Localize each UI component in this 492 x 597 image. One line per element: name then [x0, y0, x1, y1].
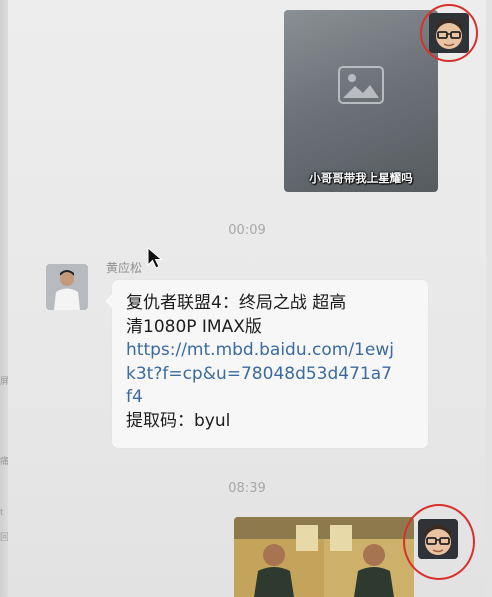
avatar-person-icon	[46, 264, 88, 310]
edge-fragment: t	[0, 508, 4, 518]
message-link[interactable]: https://mt.mbd.baidu.com/1ewj	[126, 339, 414, 363]
left-window-edge: 屏 痛 t 回	[0, 0, 9, 597]
message-link[interactable]: k3t?f=cp&u=78048d53d471a7	[126, 363, 414, 387]
video-thumbnail-frame	[324, 517, 414, 597]
avatar-face-icon	[418, 519, 458, 559]
message-link[interactable]: f4	[126, 386, 414, 410]
video-message[interactable]	[234, 517, 414, 597]
message-line: 提取码：byul	[126, 410, 231, 431]
self-avatar[interactable]	[429, 13, 469, 53]
sender-name: 黄应松	[106, 261, 143, 275]
avatar-face-icon	[429, 13, 469, 53]
timestamp: 08:39	[228, 481, 266, 496]
image-content-placeholder	[284, 10, 438, 160]
mouse-pointer-icon	[147, 247, 163, 269]
friend-avatar[interactable]	[46, 264, 88, 310]
timestamp: 00:09	[228, 223, 266, 238]
text-message-bubble[interactable]: 复仇者联盟4：终局之战 超高 清1080P IMAX版 https://mt.m…	[105, 280, 428, 448]
chat-window: 小哥哥带我上星耀吗 00:09 黄应松 复仇者联盟4：终局之战 超高 清1080…	[8, 0, 486, 597]
video-thumbnail-frame	[234, 517, 324, 597]
image-message[interactable]: 小哥哥带我上星耀吗	[284, 10, 438, 192]
self-avatar[interactable]	[418, 519, 458, 559]
message-line: 清1080P IMAX版	[126, 316, 262, 337]
image-placeholder-icon	[338, 66, 384, 104]
image-caption: 小哥哥带我上星耀吗	[309, 171, 413, 185]
message-line: 复仇者联盟4：终局之战 超高	[126, 293, 347, 313]
